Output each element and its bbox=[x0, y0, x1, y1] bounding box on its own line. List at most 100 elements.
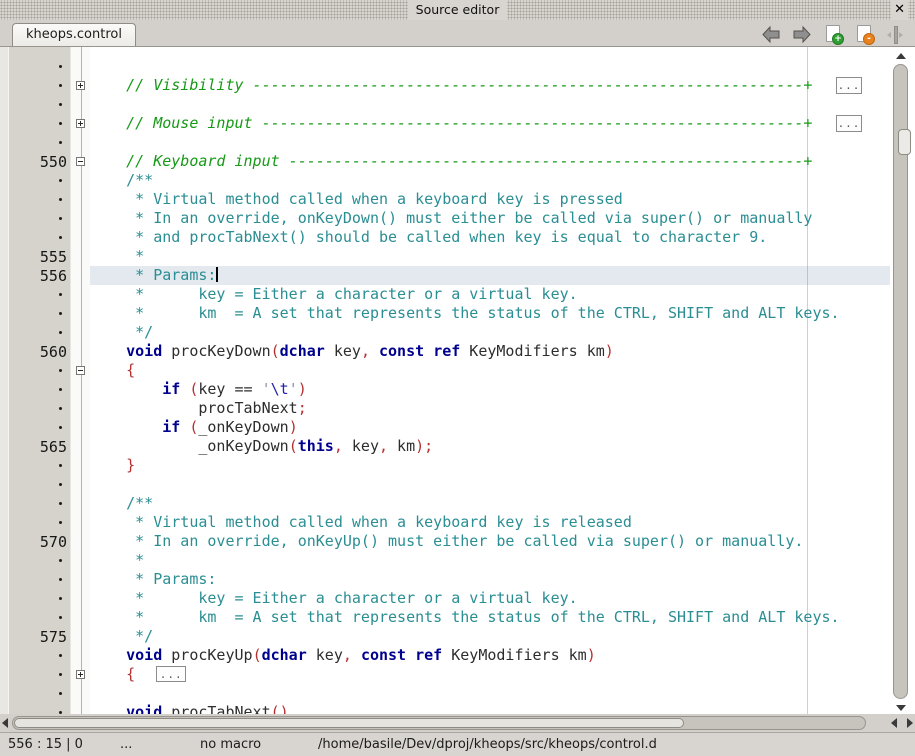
splitter-icon bbox=[894, 26, 898, 44]
code-token bbox=[352, 646, 361, 664]
line-dot bbox=[9, 228, 67, 247]
fold-toggle-plus-icon[interactable] bbox=[76, 670, 85, 679]
horizontal-scrollbar[interactable] bbox=[0, 714, 915, 732]
line-dot bbox=[9, 551, 67, 570]
code-line[interactable]: if (key == '\t') bbox=[90, 380, 890, 399]
line-dot-icon bbox=[59, 369, 62, 372]
scroll-left-arrow-icon[interactable] bbox=[891, 718, 897, 728]
code-line[interactable]: // Keyboard input ----------------------… bbox=[90, 152, 890, 171]
line-dot-icon bbox=[59, 293, 62, 296]
code-line[interactable]: void procKeyDown(dchar key, const ref Ke… bbox=[90, 342, 890, 361]
folded-code-ellipsis[interactable]: ... bbox=[836, 77, 862, 94]
scroll-right-arrow-icon[interactable] bbox=[907, 718, 913, 728]
current-code-line[interactable]: * Params: bbox=[90, 266, 890, 285]
code-line[interactable]: /** bbox=[90, 171, 890, 190]
line-number: 565 bbox=[9, 437, 67, 456]
scroll-down-arrow-icon[interactable] bbox=[896, 705, 906, 711]
code-line[interactable]: */ bbox=[90, 627, 890, 646]
horizontal-scrollbar-track[interactable] bbox=[12, 716, 866, 730]
code-token: if bbox=[162, 418, 180, 436]
code-line[interactable]: * Virtual method called when a keyboard … bbox=[90, 190, 890, 209]
code-line[interactable]: void procKeyUp(dchar key, const ref KeyM… bbox=[90, 646, 890, 665]
vertical-scrollbar-thumb[interactable] bbox=[898, 129, 911, 155]
code-line[interactable]: * In an override, onKeyDown() must eithe… bbox=[90, 209, 890, 228]
code-token: // Mouse input -------------------------… bbox=[90, 114, 812, 132]
line-dot-icon bbox=[59, 179, 62, 182]
code-line[interactable] bbox=[90, 684, 890, 703]
code-token: ( bbox=[289, 437, 298, 455]
code-token: ) bbox=[289, 418, 298, 436]
close-document-button[interactable]: - bbox=[854, 25, 874, 44]
code-line[interactable]: procTabNext; bbox=[90, 399, 890, 418]
scroll-up-arrow-icon[interactable] bbox=[896, 53, 906, 59]
line-dot-icon bbox=[59, 692, 62, 695]
code-token: void bbox=[90, 342, 162, 360]
code-line[interactable]: void procTabNext() bbox=[90, 703, 890, 714]
code-line[interactable]: * km = A set that represents the status … bbox=[90, 608, 890, 627]
line-dot bbox=[9, 171, 67, 190]
macro-state: no macro bbox=[200, 733, 261, 756]
code-token: ( bbox=[271, 342, 280, 360]
code-area[interactable]: // Visibility --------------------------… bbox=[90, 47, 890, 714]
new-document-button[interactable]: + bbox=[823, 25, 843, 44]
code-token: * km = A set that represents the status … bbox=[90, 608, 840, 626]
code-line[interactable]: // Visibility --------------------------… bbox=[90, 76, 890, 95]
code-token bbox=[90, 665, 126, 683]
code-line[interactable]: * and procTabNext() should be called whe… bbox=[90, 228, 890, 247]
editor-area[interactable]: 550555556560565570575 // Visibility ----… bbox=[0, 47, 915, 714]
code-line[interactable]: { bbox=[90, 361, 890, 380]
code-line[interactable]: if (_onKeyDown) bbox=[90, 418, 890, 437]
code-token: * Params: bbox=[90, 570, 216, 588]
code-token: /** bbox=[90, 171, 153, 189]
go-forward-button[interactable] bbox=[792, 25, 812, 44]
code-token: procKeyDown bbox=[162, 342, 270, 360]
code-line[interactable]: * In an override, onKeyUp() must either … bbox=[90, 532, 890, 551]
code-line[interactable]: * km = A set that represents the status … bbox=[90, 304, 890, 323]
split-view-button[interactable] bbox=[885, 25, 905, 44]
code-token: \t bbox=[271, 380, 289, 398]
code-line[interactable] bbox=[90, 133, 890, 152]
code-line[interactable]: _onKeyDown(this, key, km); bbox=[90, 437, 890, 456]
fold-toggle-minus-icon[interactable] bbox=[76, 157, 85, 166]
vertical-scrollbar-track[interactable] bbox=[893, 64, 908, 699]
code-token: , bbox=[343, 646, 352, 664]
code-line[interactable]: // Mouse input -------------------------… bbox=[90, 114, 890, 133]
code-line[interactable] bbox=[90, 95, 890, 114]
code-line[interactable]: /** bbox=[90, 494, 890, 513]
code-line[interactable]: } bbox=[90, 456, 890, 475]
code-line[interactable] bbox=[90, 475, 890, 494]
line-dot-icon bbox=[59, 578, 62, 581]
line-dot-icon bbox=[59, 217, 62, 220]
go-back-button[interactable] bbox=[761, 25, 781, 44]
code-line[interactable]: * bbox=[90, 551, 890, 570]
tab-kheops-control[interactable]: kheops.control bbox=[12, 23, 136, 46]
line-dot-icon bbox=[59, 312, 62, 315]
code-line[interactable]: */ bbox=[90, 323, 890, 342]
line-dot bbox=[9, 209, 67, 228]
scroll-left-arrow-icon[interactable] bbox=[2, 718, 8, 728]
line-dot bbox=[9, 114, 67, 133]
fold-toggle-plus-icon[interactable] bbox=[76, 119, 85, 128]
code-line[interactable]: * Params: bbox=[90, 570, 890, 589]
code-line[interactable]: * Virtual method called when a keyboard … bbox=[90, 513, 890, 532]
close-icon[interactable]: ✕ bbox=[891, 0, 908, 20]
folded-code-ellipsis[interactable]: ... bbox=[836, 115, 862, 132]
line-dot bbox=[9, 399, 67, 418]
horizontal-scrollbar-thumb[interactable] bbox=[14, 718, 684, 728]
code-line[interactable]: * key = Either a character or a virtual … bbox=[90, 285, 890, 304]
vertical-scrollbar[interactable] bbox=[890, 47, 912, 714]
code-token: { bbox=[126, 361, 135, 379]
code-line[interactable]: * key = Either a character or a virtual … bbox=[90, 589, 890, 608]
fold-toggle-plus-icon[interactable] bbox=[76, 81, 85, 90]
code-token: procKeyUp bbox=[162, 646, 252, 664]
folded-code-ellipsis[interactable]: ... bbox=[156, 666, 186, 682]
code-line[interactable]: * bbox=[90, 247, 890, 266]
line-dot-icon bbox=[59, 616, 62, 619]
code-token: _onKeyDown bbox=[198, 418, 288, 436]
code-line[interactable]: {... bbox=[90, 665, 890, 684]
code-token: * key = Either a character or a virtual … bbox=[90, 285, 578, 303]
fold-toggle-minus-icon[interactable] bbox=[76, 366, 85, 375]
line-dot-icon bbox=[59, 84, 62, 87]
code-token: * km = A set that represents the status … bbox=[90, 304, 840, 322]
code-line[interactable] bbox=[90, 57, 890, 76]
